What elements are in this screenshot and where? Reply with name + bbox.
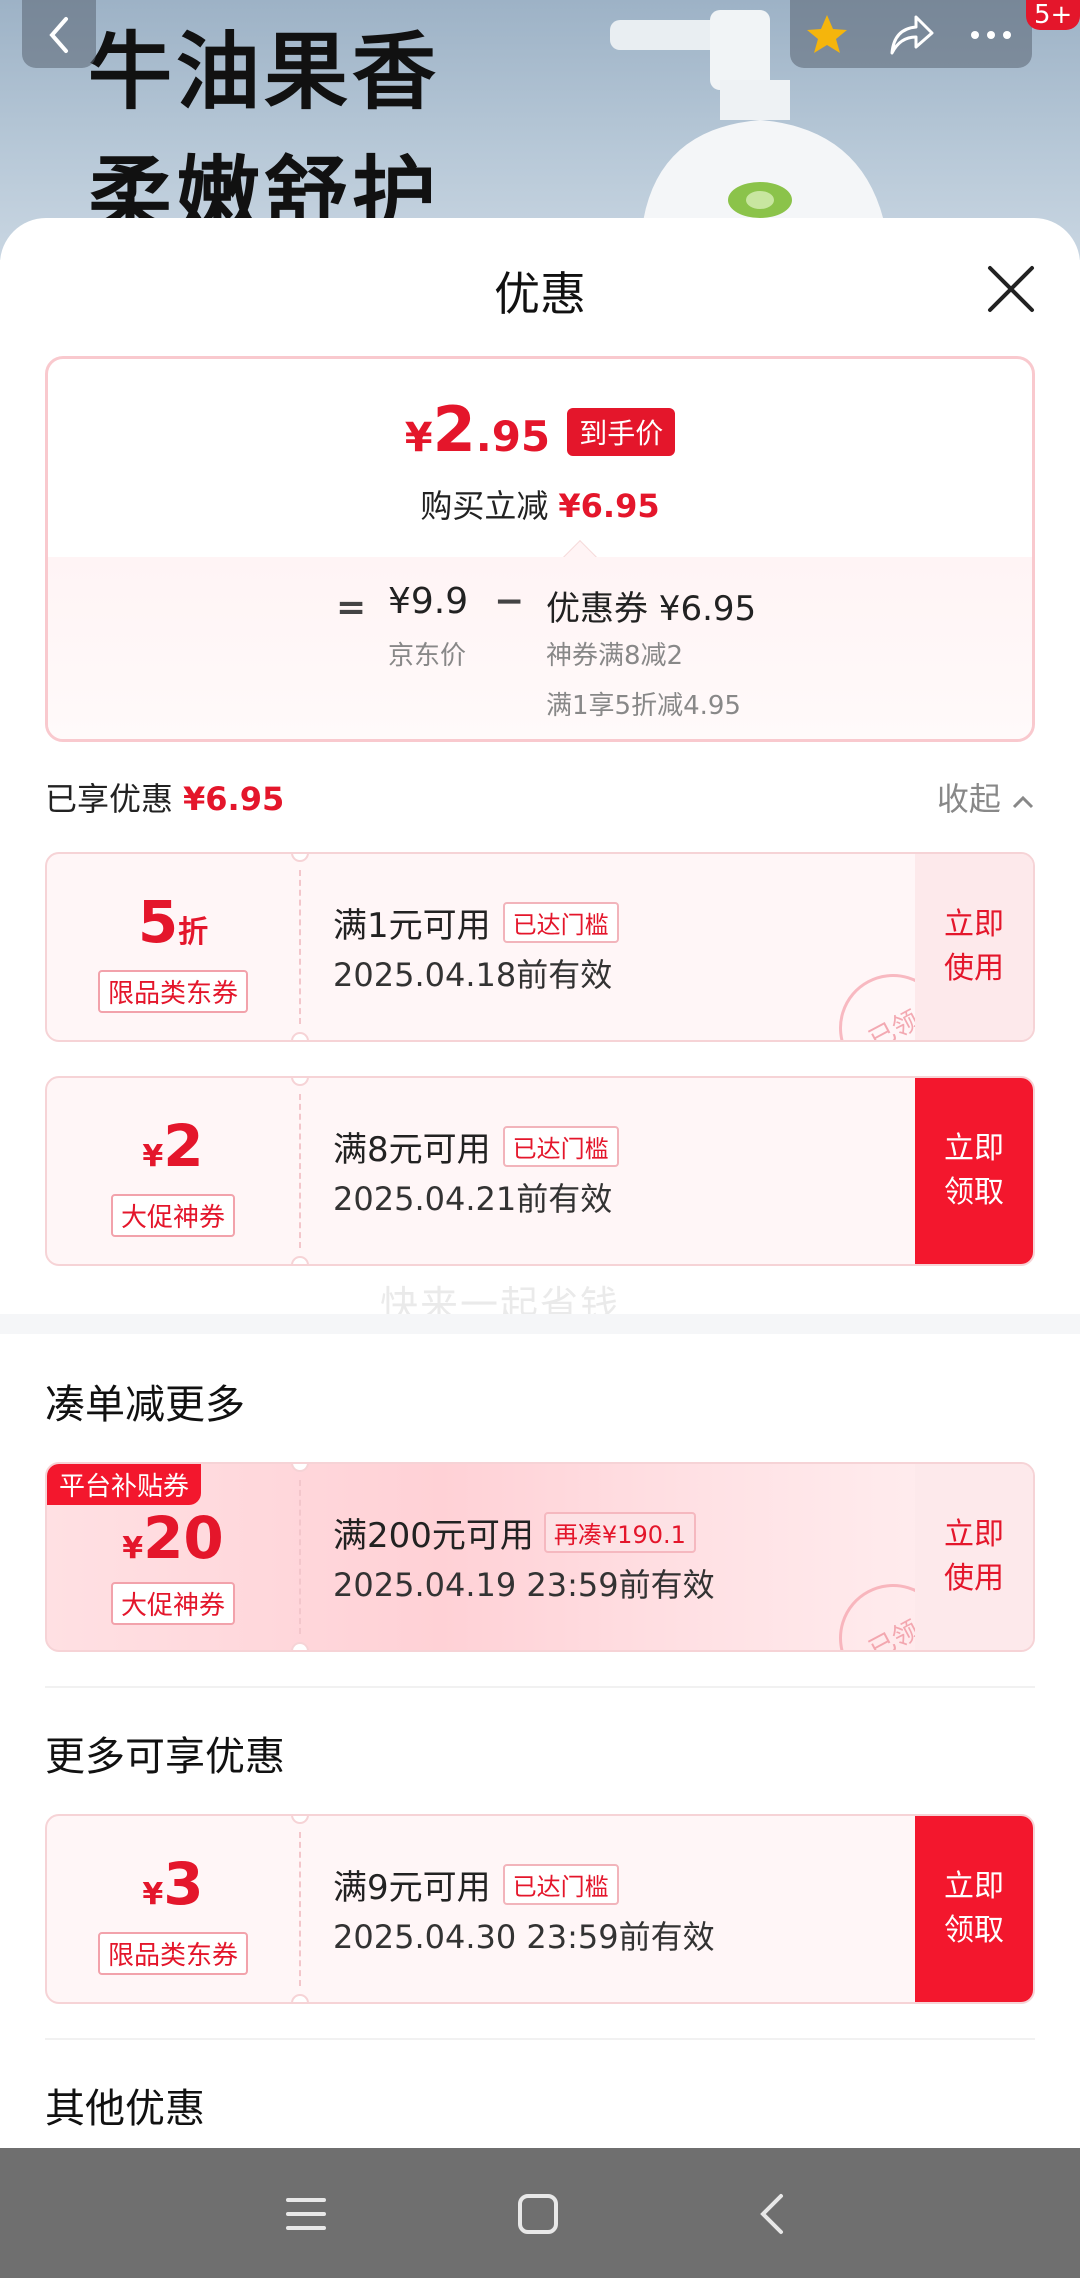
chevron-up-icon <box>1012 795 1034 809</box>
coupon-value: ¥2 <box>142 1112 204 1180</box>
final-price-tag: 到手价 <box>567 408 676 456</box>
jd-price: ¥9.9 <box>388 581 469 622</box>
section-divider <box>0 1314 1080 1334</box>
section-title-other: 其他优惠 <box>45 2086 205 2132</box>
top-action-group <box>790 0 1032 68</box>
home-icon <box>518 2194 558 2234</box>
section-title-enjoy: 更多可享优惠 <box>45 1734 285 1780</box>
coupon-type-tag: 大促神券 <box>110 1582 236 1625</box>
use-now-button[interactable]: 立即 使用 <box>915 854 1033 1040</box>
discount-sheet: 优惠 ¥2.95 到手价 购买立减 ¥6.95 = ¥9.9 京东价 − 优惠券 … <box>0 218 1080 2148</box>
nav-back-icon <box>760 2194 783 2234</box>
coupon-expiry: 2025.04.19 23:59前有效 <box>333 1566 715 1604</box>
back-button[interactable] <box>22 0 96 68</box>
final-price-int: 2 <box>432 393 476 466</box>
instant-reduction: 购买立减 ¥6.95 <box>420 487 660 525</box>
back-icon <box>34 10 84 60</box>
coupon-type-tag: 限品类东券 <box>97 1932 249 1975</box>
coupon-expiry: 2025.04.30 23:59前有效 <box>333 1918 715 1956</box>
jd-price-label: 京东价 <box>388 641 467 671</box>
use-now-button[interactable]: 立即 使用 <box>915 1464 1033 1650</box>
claim-now-button[interactable]: 立即 领取 <box>915 1078 1033 1264</box>
coupon-type-tag: 大促神券 <box>110 1194 236 1237</box>
more-icon[interactable] <box>966 10 1016 60</box>
system-navigation-bar <box>0 2148 1080 2278</box>
star-icon[interactable] <box>802 10 852 60</box>
coupon-total: 优惠券 ¥6.95 <box>546 589 757 629</box>
collapse-toggle[interactable]: 收起 <box>937 774 1035 820</box>
coupon-card: 5折 限品类东券 满1元可用 已达门槛 2025.04.18前有效 已领 立即 使… <box>45 852 1035 1042</box>
price-breakdown: = ¥9.9 京东价 − 优惠券 ¥6.95 神券满8减2 满1享5折减4.95 <box>48 557 1032 739</box>
sheet-title: 优惠 <box>494 267 586 321</box>
section-divider <box>45 2038 1035 2040</box>
price-summary-card: ¥2.95 到手价 购买立减 ¥6.95 = ¥9.9 京东价 − 优惠券 ¥6.… <box>45 356 1035 742</box>
coupon-detail-1: 神券满8减2 <box>546 641 684 671</box>
threshold-chip: 已达门槛 <box>502 902 619 943</box>
final-price-dec: .95 <box>475 412 551 461</box>
final-price: ¥2.95 到手价 <box>48 393 1032 466</box>
threshold-chip: 已达门槛 <box>502 1126 619 1167</box>
coupon-card: ¥2 大促神券 满8元可用 已达门槛 2025.04.21前有效 立即 领取 <box>45 1076 1035 1266</box>
share-icon[interactable] <box>886 10 936 60</box>
claim-now-button[interactable]: 立即 领取 <box>915 1816 1033 2002</box>
nav-back-button[interactable] <box>742 2184 802 2244</box>
notification-badge: 5+ <box>1026 0 1080 30</box>
coupon-card: ¥3 限品类东券 满9元可用 已达门槛 2025.04.30 23:59前有效 立… <box>45 1814 1035 2004</box>
coupon-condition: 满1元可用 已达门槛 <box>333 898 619 947</box>
menu-button[interactable] <box>276 2184 336 2244</box>
coupon-expiry: 2025.04.18前有效 <box>333 956 613 994</box>
coupon-detail-2: 满1享5折减4.95 <box>546 691 741 721</box>
close-button[interactable] <box>984 262 1038 316</box>
home-button[interactable] <box>508 2184 568 2244</box>
coupon-value: 5折 <box>137 888 209 956</box>
threshold-chip: 已达门槛 <box>502 1864 619 1905</box>
close-icon <box>988 266 1034 312</box>
remaining-chip: 再凑¥190.1 <box>543 1512 696 1553</box>
coupon-type-tag: 限品类东券 <box>97 970 249 1013</box>
section-divider <box>45 1686 1035 1688</box>
coupon-expiry: 2025.04.21前有效 <box>333 1180 613 1218</box>
coupon-condition: 满200元可用 再凑¥190.1 <box>333 1508 696 1557</box>
enjoyed-discount-row: 已享优惠 ¥6.95 收起 <box>45 774 1035 820</box>
coupon-condition: 满8元可用 已达门槛 <box>333 1122 619 1171</box>
coupon-value: ¥20 <box>122 1504 224 1572</box>
section-title-more: 凑单减更多 <box>45 1382 245 1428</box>
coupon-condition: 满9元可用 已达门槛 <box>333 1860 619 1909</box>
menu-icon <box>286 2198 326 2230</box>
coupon-value: ¥3 <box>142 1850 204 1918</box>
banner-line-1: 牛油果香 <box>88 23 441 121</box>
subsidy-coupon-card: 平台补贴券 ¥20 大促神券 满200元可用 再凑¥190.1 2025.04.1… <box>45 1462 1035 1652</box>
